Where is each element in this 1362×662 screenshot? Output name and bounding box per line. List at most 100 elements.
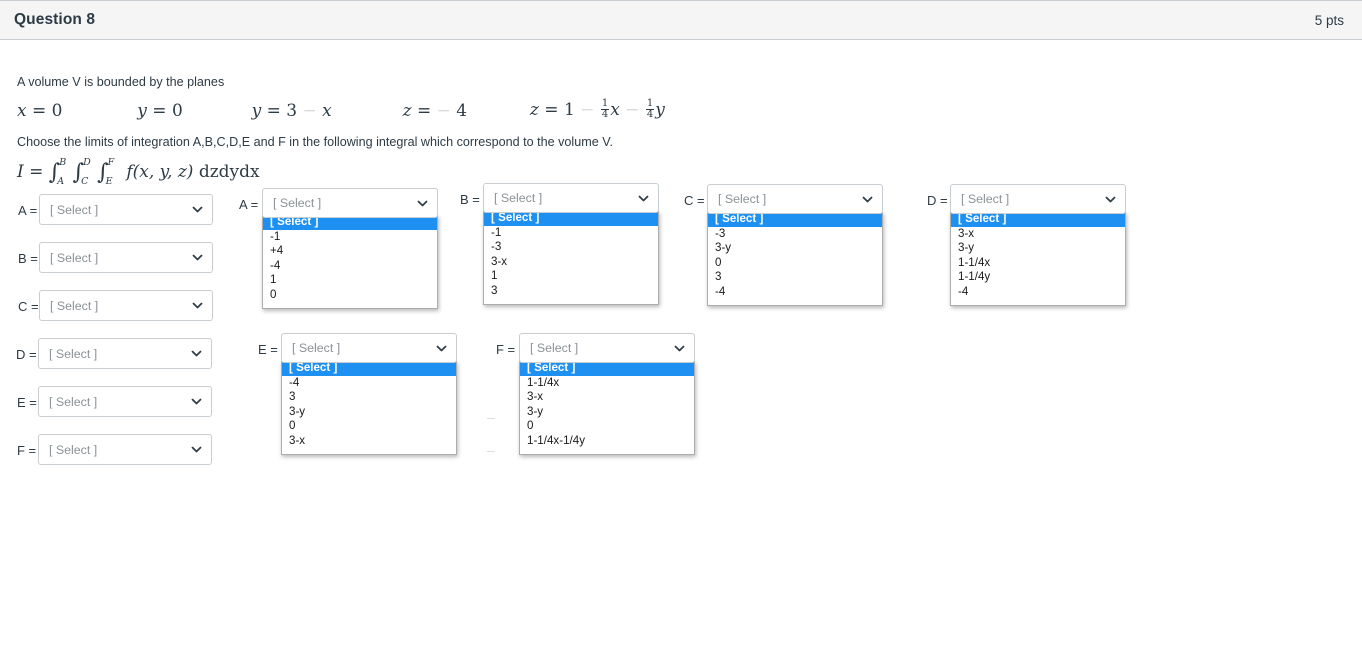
plane-eq-4: z = − 4: [402, 100, 468, 121]
open-select-label-c: C =: [684, 193, 705, 208]
dropdown-list-f[interactable]: [ Select ] 1-1/4x 3-x 3-y 0 1-1/4x-1/4y: [519, 361, 695, 455]
select-d[interactable]: [ Select ]: [38, 338, 212, 369]
dropdown-option[interactable]: 0: [282, 419, 456, 434]
dropdown-option[interactable]: 1: [263, 273, 437, 288]
dropdown-list-padding: [263, 303, 437, 308]
chevron-down-icon: [191, 446, 202, 453]
dropdown-list-padding: [520, 449, 694, 454]
limit-A: A: [57, 175, 65, 187]
chevron-down-icon: [417, 200, 428, 206]
select-value: [ Select ]: [273, 196, 322, 210]
dropdown-list-padding: [951, 300, 1125, 305]
select-label-b: B =: [18, 251, 38, 266]
select-label-c: C =: [18, 299, 39, 314]
dropdown-list-e[interactable]: [ Select ] -4 3 3-y 0 3-x: [281, 361, 457, 455]
dropdown-list-a[interactable]: [ Select ] -1 +4 -4 1 0: [262, 215, 438, 309]
dropdown-option[interactable]: -1: [484, 226, 658, 241]
dropdown-list-b[interactable]: [ Select ] -1 -3 3-x 1 3: [483, 211, 659, 305]
dropdown-list-padding: [282, 449, 456, 454]
select-value: [ Select ]: [494, 191, 543, 205]
dropdown-option[interactable]: 1-1/4x-1/4y: [520, 434, 694, 449]
dropdown-option[interactable]: 3: [484, 284, 658, 299]
chevron-down-icon: [192, 206, 203, 213]
dropdown-option[interactable]: -3: [484, 240, 658, 255]
dropdown-option[interactable]: [ Select ]: [520, 361, 694, 376]
ghost-stroke: [487, 418, 495, 419]
dropdown-option[interactable]: 1: [484, 269, 658, 284]
dropdown-option[interactable]: 3: [708, 270, 882, 285]
select-value: [ Select ]: [50, 202, 99, 217]
dropdown-option[interactable]: 3-x: [282, 434, 456, 449]
open-select-d[interactable]: [ Select ]: [950, 184, 1126, 214]
question-header: Question 8 5 pts: [0, 0, 1362, 40]
chevron-down-icon: [191, 350, 202, 357]
select-b[interactable]: [ Select ]: [39, 242, 213, 273]
differentials: dzdydx: [198, 162, 260, 182]
select-e[interactable]: [ Select ]: [38, 386, 212, 417]
open-select-label-f: F =: [496, 342, 516, 357]
instruction-text: Choose the limits of integration A,B,C,D…: [17, 135, 613, 149]
dropdown-option[interactable]: 0: [708, 256, 882, 271]
planes-equations: x = 0 y = 0 y = 3 − x z = − 4 z = 1 − 14…: [17, 98, 665, 121]
open-select-b[interactable]: [ Select ]: [483, 183, 659, 213]
plane-eq-3: y = 3 − x: [251, 100, 332, 121]
limit-C: C: [81, 175, 89, 187]
plane-eq-5: z = 1 − 14x − 14y: [529, 98, 665, 121]
chevron-down-icon: [674, 345, 685, 351]
dropdown-option[interactable]: +4: [263, 244, 437, 259]
dropdown-option[interactable]: -4: [263, 259, 437, 274]
open-select-f[interactable]: [ Select ]: [519, 333, 695, 363]
integral-expression: I = ∫ B A ∫ D C ∫ F E f(x, y, z) dzdydx: [17, 157, 260, 187]
dropdown-option[interactable]: -4: [282, 376, 456, 391]
select-value: [ Select ]: [961, 192, 1010, 206]
dropdown-option[interactable]: -4: [708, 285, 882, 300]
dropdown-option[interactable]: 3: [282, 390, 456, 405]
dropdown-option[interactable]: [ Select ]: [484, 211, 658, 226]
dropdown-option[interactable]: 1-1/4y: [951, 270, 1125, 285]
select-f[interactable]: [ Select ]: [38, 434, 212, 465]
dropdown-option[interactable]: [ Select ]: [708, 212, 882, 227]
integrand: f(x, y, z): [126, 162, 194, 182]
dropdown-option[interactable]: 3-y: [520, 405, 694, 420]
dropdown-option[interactable]: [ Select ]: [282, 361, 456, 376]
dropdown-option[interactable]: -4: [951, 285, 1125, 300]
select-value: [ Select ]: [292, 341, 341, 355]
dropdown-option[interactable]: 3-y: [951, 241, 1125, 256]
open-select-label-a: A =: [239, 197, 259, 212]
dropdown-option[interactable]: 3-y: [282, 405, 456, 420]
dropdown-option[interactable]: 0: [520, 419, 694, 434]
dropdown-list-padding: [484, 299, 658, 304]
page-title: Question 8: [14, 11, 96, 28]
open-select-label-d: D =: [927, 193, 948, 208]
chevron-down-icon: [436, 345, 447, 351]
select-c[interactable]: [ Select ]: [39, 290, 213, 321]
select-value: [ Select ]: [50, 250, 99, 265]
dropdown-option[interactable]: 3-x: [484, 255, 658, 270]
dropdown-list-d[interactable]: [ Select ] 3-x 3-y 1-1/4x 1-1/4y -4: [950, 212, 1126, 306]
select-value: [ Select ]: [50, 298, 99, 313]
limit-B: B: [59, 157, 67, 168]
dropdown-option[interactable]: 1-1/4x: [520, 376, 694, 391]
dropdown-option[interactable]: -3: [708, 227, 882, 242]
chevron-down-icon: [191, 398, 202, 405]
dropdown-option[interactable]: 3-x: [520, 390, 694, 405]
dropdown-list-c[interactable]: [ Select ] -3 3-y 0 3 -4: [707, 212, 883, 306]
open-select-e[interactable]: [ Select ]: [281, 333, 457, 363]
select-a[interactable]: [ Select ]: [39, 194, 213, 225]
open-select-a[interactable]: [ Select ]: [262, 188, 438, 218]
select-value: [ Select ]: [718, 192, 767, 206]
dropdown-option[interactable]: 0: [263, 288, 437, 303]
dropdown-option[interactable]: -1: [263, 230, 437, 245]
limit-E: E: [105, 175, 113, 187]
select-value: [ Select ]: [49, 442, 98, 457]
dropdown-option[interactable]: [ Select ]: [951, 212, 1125, 227]
points-badge: 5 pts: [1314, 12, 1344, 28]
dropdown-option[interactable]: 3-y: [708, 241, 882, 256]
select-value: [ Select ]: [49, 346, 98, 361]
dropdown-option[interactable]: 3-x: [951, 227, 1125, 242]
select-label-d: D =: [16, 347, 37, 362]
chevron-down-icon: [862, 196, 873, 202]
plane-eq-2: y = 0: [137, 100, 183, 121]
dropdown-option[interactable]: 1-1/4x: [951, 256, 1125, 271]
open-select-c[interactable]: [ Select ]: [707, 184, 883, 214]
